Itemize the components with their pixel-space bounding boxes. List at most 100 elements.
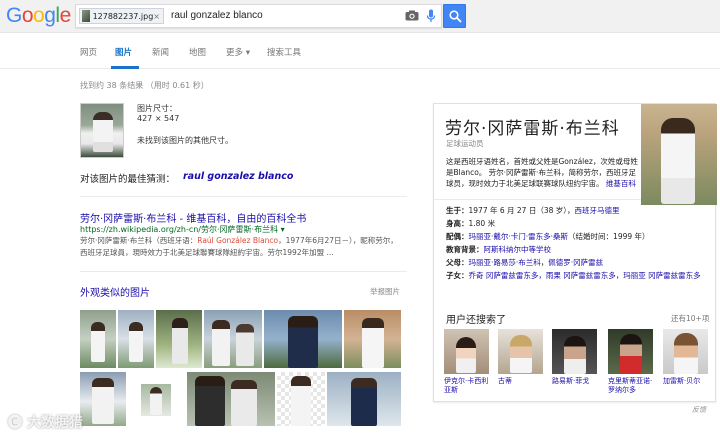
divider: [434, 199, 641, 200]
parent-link[interactable]: 佩德罗·冈萨雷兹: [548, 258, 603, 267]
knowledge-panel-title: 劳尔·冈萨雷斯·布兰科: [445, 119, 620, 139]
person-thumbnail: [608, 329, 653, 374]
more-results-link[interactable]: 还有10+项: [671, 313, 709, 324]
education-link[interactable]: 阿斯科纳尔中等学校: [484, 245, 552, 254]
also-search-item[interactable]: 克里斯蒂亚诺·罗纳尔多: [608, 329, 653, 395]
spouse-link[interactable]: 玛丽亚·戴尔·卡门·雷东多·桑斯: [469, 232, 569, 241]
microphone-icon[interactable]: [426, 9, 436, 23]
person-name: 路易斯·菲戈: [552, 377, 590, 385]
similar-image[interactable]: [118, 310, 154, 368]
similar-image[interactable]: [327, 372, 401, 426]
chip-close-icon[interactable]: ×: [153, 12, 160, 21]
fact-value: 1977 年 6 月 27 日（38 岁），: [468, 206, 575, 215]
similar-image[interactable]: [264, 310, 342, 368]
result-stats: 找到约 38 条结果 （用时 0.61 秒）: [80, 81, 209, 90]
report-images-link[interactable]: 举报图片: [370, 286, 400, 297]
image-query-chip[interactable]: 127882237.jpg ×: [79, 8, 164, 24]
fact-education: 教育背景：阿斯科纳尔中等学校: [446, 243, 711, 256]
fact-label: 父母：: [446, 258, 469, 267]
google-logo[interactable]: Google: [6, 4, 71, 28]
search-button[interactable]: [443, 4, 466, 28]
snippet-text: 劳尔·冈萨雷斯·布兰科（西班牙语：: [80, 236, 198, 245]
tab-search-tools[interactable]: 搜索工具: [267, 46, 301, 58]
result-url[interactable]: https://zh.wikipedia.org/zh-cn/劳尔·冈萨雷斯·布…: [80, 224, 285, 235]
logo-letter: o: [33, 4, 45, 27]
fact-born: 生于：1977 年 6 月 27 日（38 岁），西班牙马德里: [446, 204, 711, 217]
fact-label: 生于：: [446, 206, 469, 215]
fact-parents: 父母：玛丽亚·路易莎·布兰科，佩德罗·冈萨雷兹: [446, 258, 604, 267]
image-thumb-icon: [82, 10, 90, 22]
also-search-item[interactable]: 古蒂: [498, 329, 543, 386]
knowledge-panel-description: 这是西班牙语姓名，首姓或父姓是González，次姓或母姓是Blanco。 劳尔…: [446, 156, 638, 189]
person-name: 加雷斯·贝尔: [663, 377, 701, 385]
fact-height: 身高：1.80 米: [446, 217, 711, 230]
snippet-highlight: Raúl González Blanco: [197, 236, 279, 245]
query-image-thumbnail[interactable]: [80, 103, 124, 158]
similar-image[interactable]: [204, 310, 262, 368]
tab-web[interactable]: 网页: [80, 46, 97, 58]
knowledge-panel: 劳尔·冈萨雷斯·布兰科 足球运动员 这是西班牙语姓名，首姓或父姓是Gonzále…: [433, 103, 717, 402]
also-search-item[interactable]: 加雷斯·贝尔: [663, 329, 708, 386]
best-guess-link[interactable]: raul gonzalez blanco: [183, 171, 293, 182]
similar-image[interactable]: [80, 310, 116, 368]
tab-news[interactable]: 新闻: [152, 46, 169, 58]
search-input[interactable]: raul gonzalez blanco: [171, 10, 263, 21]
fact-label: 教育背景：: [446, 245, 484, 254]
result-snippet: 劳尔·冈萨雷斯·布兰科（西班牙语：Raúl González Blanco，19…: [80, 235, 404, 259]
wikipedia-link[interactable]: 维基百科: [606, 179, 636, 188]
similar-images-title[interactable]: 外观类似的图片: [80, 284, 150, 299]
also-search-item[interactable]: 伊克尔·卡西利亚斯: [444, 329, 489, 395]
result-title-link[interactable]: 劳尔·冈萨雷斯·布兰科 - 维基百科，自由的百科全书: [80, 210, 306, 225]
tab-more[interactable]: 更多 ▾: [226, 46, 250, 58]
similar-image[interactable]: [187, 372, 275, 426]
person-name: 伊克尔·卡西利亚斯: [444, 377, 489, 394]
search-icon: [449, 10, 462, 23]
image-chip-label: 127882237.jpg: [92, 11, 154, 21]
similar-image[interactable]: [344, 310, 401, 368]
fact-value: 1.80 米: [468, 219, 496, 228]
top-bar: Google 127882237.jpg × raul gonzalez bla…: [0, 0, 720, 33]
also-search-item[interactable]: 路易斯·菲戈: [552, 329, 597, 386]
parent-link[interactable]: 玛丽亚·路易莎·布兰科: [469, 258, 541, 267]
image-size-value: 427 × 547: [137, 114, 180, 123]
search-tabs: 网页 图片 新闻 地图 更多 ▾ 搜索工具: [0, 33, 720, 69]
similar-image[interactable]: [80, 372, 126, 426]
fact-label: 子女：: [446, 271, 469, 280]
fact-spouse: 配偶：玛丽亚·戴尔·卡门·雷东多·桑斯（结婚时间：1999 年）: [446, 230, 711, 243]
active-tab-indicator: [111, 66, 139, 69]
logo-letter: e: [59, 4, 72, 27]
no-other-sizes-text: 未找到该图片的其他尺寸。: [137, 136, 233, 145]
logo-letter: o: [21, 4, 34, 27]
fact-label: 身高：: [446, 219, 469, 228]
similar-image[interactable]: [156, 310, 202, 368]
knowledge-panel-facts: 生于：1977 年 6 月 27 日（38 岁），西班牙马德里 身高：1.80 …: [446, 204, 711, 282]
feedback-link[interactable]: 反馈: [692, 405, 706, 415]
fact-label: 配偶：: [446, 232, 469, 241]
people-also-search-title: 用户还搜索了: [446, 315, 506, 326]
tab-maps[interactable]: 地图: [189, 46, 206, 58]
camera-icon[interactable]: [405, 10, 419, 21]
search-box[interactable]: 127882237.jpg × raul gonzalez blanco: [75, 4, 442, 28]
similar-image[interactable]: [141, 384, 171, 416]
knowledge-panel-image[interactable]: [641, 104, 717, 205]
person-thumbnail: [444, 329, 489, 374]
fact-children: 子女：乔奇 冈萨雷兹雷东多，雨果 冈萨雷兹雷东多，玛丽亚 冈萨雷兹雷东多: [446, 269, 711, 282]
person-thumbnail: [552, 329, 597, 374]
similar-image[interactable]: [277, 372, 325, 426]
birthplace-link[interactable]: 西班牙马德里: [575, 206, 620, 215]
fact-value: （结婚时间：1999 年）: [568, 232, 650, 241]
person-name: 克里斯蒂亚诺·罗纳尔多: [608, 377, 653, 394]
knowledge-panel-subtitle: 足球运动员: [446, 139, 484, 148]
person-thumbnail: [498, 329, 543, 374]
person-thumbnail: [663, 329, 708, 374]
best-guess-label: 对该图片的最佳猜测：: [80, 174, 176, 185]
tab-images[interactable]: 图片: [115, 46, 132, 58]
person-name: 古蒂: [498, 377, 512, 385]
divider: [80, 271, 407, 272]
logo-letter: g: [44, 4, 56, 27]
image-size-label: 图片尺寸：: [137, 104, 177, 113]
divider: [80, 196, 407, 197]
logo-letter: G: [6, 4, 22, 27]
watermark: 🅒 大数据猎: [8, 415, 83, 431]
children-links[interactable]: 乔奇 冈萨雷兹雷东多，雨果 冈萨雷兹雷东多，玛丽亚 冈萨雷兹雷东多: [469, 271, 701, 280]
